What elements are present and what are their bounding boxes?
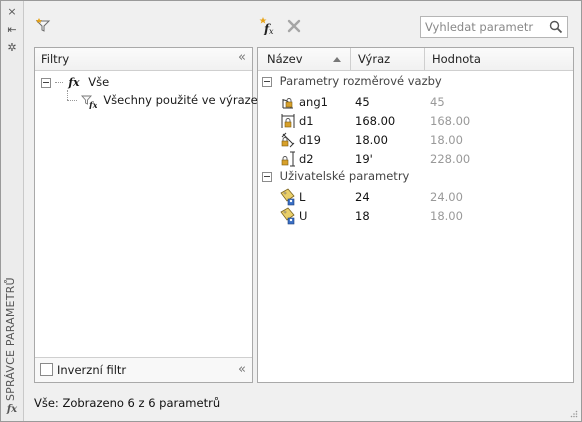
grid-header: Název Výraz Hodnota bbox=[258, 48, 573, 71]
parameter-value: 18.00 bbox=[430, 209, 463, 223]
collapse-filters-bottom-icon[interactable]: « bbox=[238, 363, 246, 377]
search-icon[interactable] bbox=[549, 20, 563, 34]
parameter-row[interactable]: d1 168.00 168.00 bbox=[258, 111, 578, 131]
invert-filter-label[interactable]: Inverzní filtr bbox=[57, 363, 126, 377]
parameter-expression[interactable]: 18.00 bbox=[355, 130, 388, 150]
filters-header-label: Filtry bbox=[41, 52, 70, 66]
new-user-parameter-icon[interactable]: f x bbox=[259, 17, 279, 38]
palette-sidebar: × ⇤ ✲ SPRÁVCE PARAMETRŮ fx bbox=[1, 1, 24, 421]
auto-hide-icon[interactable]: ⇤ bbox=[5, 23, 19, 37]
aligned-dimension-icon bbox=[281, 132, 295, 148]
parameter-expression[interactable]: 168.00 bbox=[355, 111, 395, 131]
parameter-expression[interactable]: 24 bbox=[355, 187, 370, 207]
parameter-name: ang1 bbox=[299, 95, 328, 109]
fx-icon: fx bbox=[68, 76, 80, 89]
vertical-dimension-icon bbox=[281, 151, 295, 167]
filters-header: Filtry « bbox=[35, 48, 252, 71]
collapse-group-icon[interactable] bbox=[262, 76, 272, 87]
collapse-filters-icon[interactable]: « bbox=[238, 51, 246, 65]
fx-icon: fx bbox=[6, 404, 18, 415]
svg-text:x: x bbox=[269, 27, 274, 35]
column-divider[interactable] bbox=[350, 48, 351, 70]
parameter-name: d19 bbox=[299, 133, 321, 147]
parameter-value: 228.00 bbox=[430, 152, 471, 166]
group-dimensional-constraints[interactable]: Parametry rozměrové vazby bbox=[262, 72, 442, 90]
collapse-group-icon[interactable] bbox=[262, 171, 272, 182]
create-filter-icon[interactable] bbox=[35, 17, 51, 36]
close-icon[interactable]: × bbox=[5, 5, 19, 19]
parameter-name: U bbox=[299, 209, 308, 223]
group-user-parameters[interactable]: Uživatelské parametry bbox=[262, 167, 409, 185]
parameter-value: 24.00 bbox=[430, 190, 463, 204]
user-parameter-icon bbox=[280, 188, 295, 206]
parameter-name: d1 bbox=[299, 114, 314, 128]
tree-connector bbox=[54, 82, 63, 83]
delete-parameter-icon[interactable] bbox=[287, 19, 301, 36]
parameter-name: d2 bbox=[299, 152, 314, 166]
collapse-toggle-icon[interactable] bbox=[41, 77, 51, 88]
parameter-value: 168.00 bbox=[430, 114, 471, 128]
filters-panel: Filtry « fx Vše fx Všechny použité ve vý… bbox=[34, 47, 271, 383]
column-header-expression[interactable]: Výraz bbox=[358, 52, 390, 66]
tree-connector bbox=[67, 100, 77, 101]
parameter-expression[interactable]: 45 bbox=[355, 92, 370, 112]
search-field[interactable] bbox=[420, 16, 568, 38]
status-text: Vše: Zobrazeno 6 z 6 parametrů bbox=[34, 396, 221, 410]
parameter-value: 18.00 bbox=[430, 133, 463, 147]
parameters-manager-window: × ⇤ ✲ SPRÁVCE PARAMETRŮ fx f x Vyhledat … bbox=[0, 0, 582, 422]
parameter-name: L bbox=[299, 190, 306, 204]
properties-icon[interactable]: ✲ bbox=[5, 41, 19, 55]
search-input[interactable] bbox=[425, 19, 543, 35]
parameter-row[interactable]: U 18 18.00 bbox=[258, 206, 578, 226]
filter-fx-icon: fx bbox=[80, 93, 98, 111]
parameter-row[interactable]: d2 19' 228.00 bbox=[258, 149, 578, 169]
column-header-value[interactable]: Hodnota bbox=[432, 52, 481, 66]
parameter-row[interactable]: L 24 24.00 bbox=[258, 187, 578, 207]
parameters-grid: Název Výraz Hodnota Parametry rozměrové … bbox=[257, 47, 574, 383]
tree-item-label: Všechny použité ve výrazech bbox=[103, 93, 272, 107]
group-label: Uživatelské parametry bbox=[279, 169, 410, 183]
group-label: Parametry rozměrové vazby bbox=[279, 74, 442, 88]
parameter-row[interactable]: ang1 45 45 bbox=[258, 92, 578, 112]
invert-filter-checkbox[interactable] bbox=[40, 363, 53, 376]
resize-grip-icon[interactable] bbox=[570, 410, 578, 418]
angular-dimension-icon bbox=[282, 98, 293, 109]
parameter-value: 45 bbox=[430, 95, 445, 109]
tree-item-label: Vše bbox=[88, 75, 110, 89]
tree-item-used-in-expressions[interactable]: fx Všechny použité ve výrazech bbox=[67, 91, 272, 111]
parameter-expression[interactable]: 18 bbox=[355, 206, 370, 226]
sort-ascending-icon bbox=[333, 57, 341, 62]
parameter-row[interactable]: d19 18.00 18.00 bbox=[258, 130, 578, 150]
column-divider[interactable] bbox=[424, 48, 425, 70]
user-parameter-icon bbox=[280, 207, 295, 225]
column-header-name[interactable]: Název bbox=[267, 52, 303, 66]
parameter-expression[interactable]: 19' bbox=[355, 149, 373, 169]
horizontal-dimension-icon bbox=[281, 114, 295, 128]
tree-item-all[interactable]: fx Vše bbox=[41, 73, 109, 91]
svg-text:fx: fx bbox=[88, 101, 97, 109]
invert-filter-bar: Inverzní filtr « bbox=[35, 357, 252, 382]
